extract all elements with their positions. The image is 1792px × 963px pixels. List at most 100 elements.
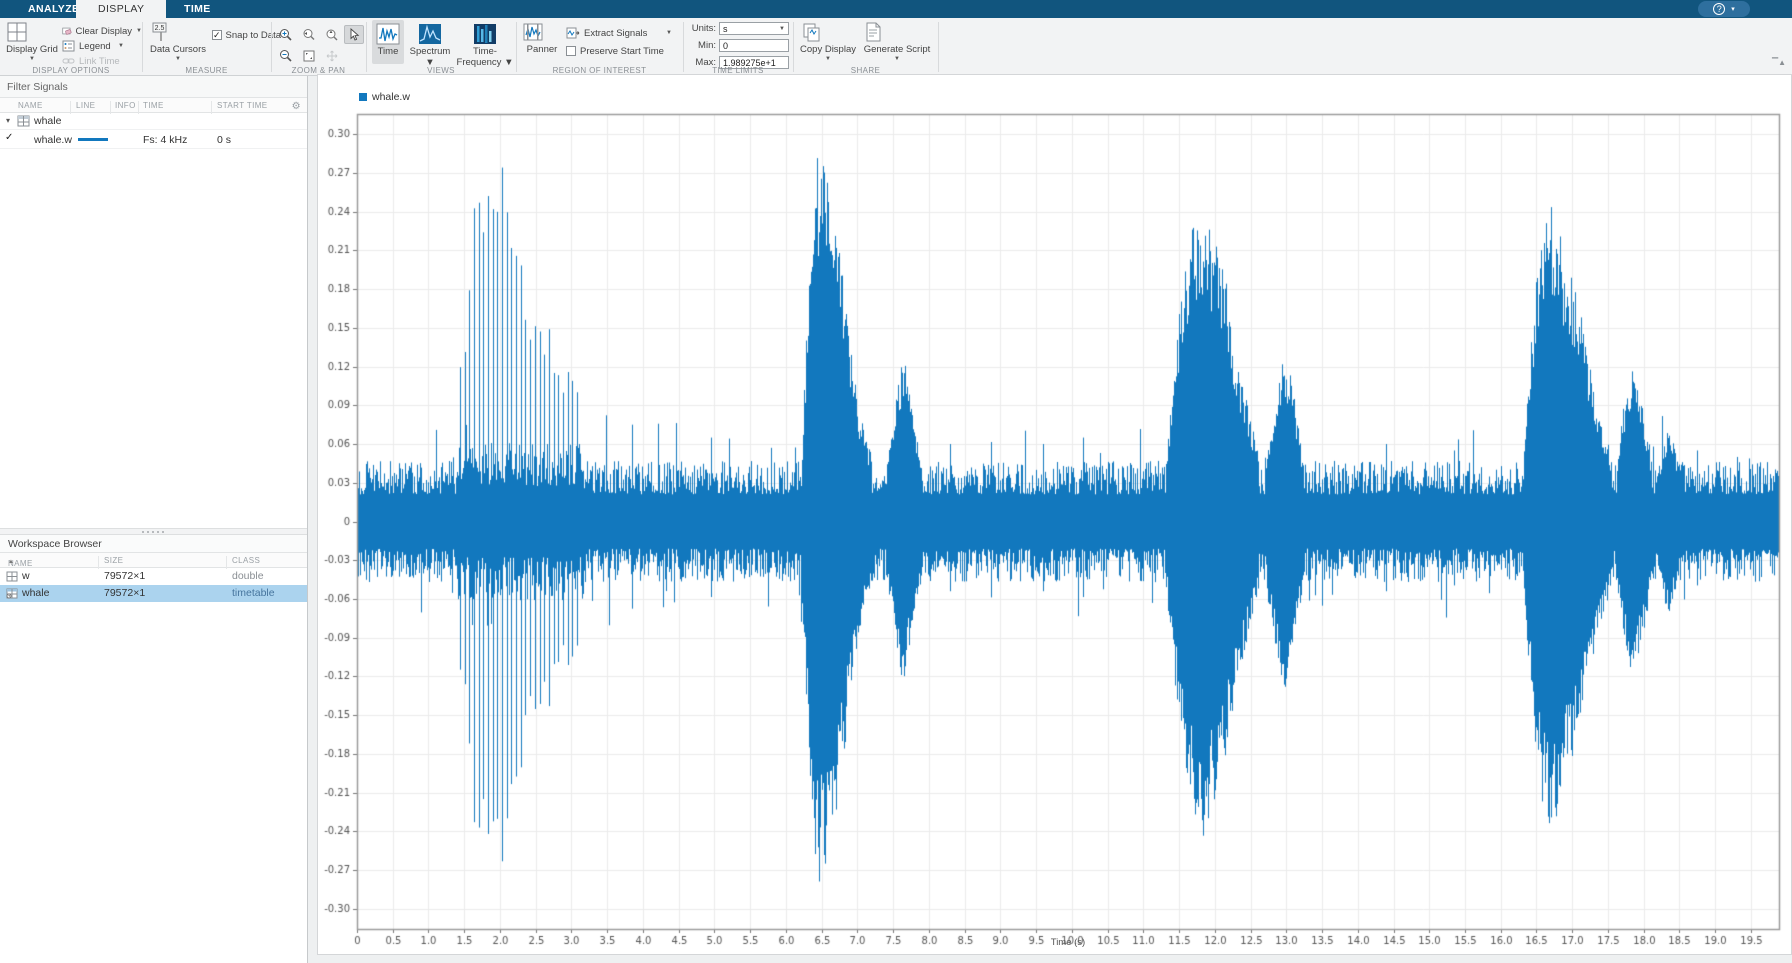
help-pill[interactable]: ? ▾ xyxy=(1698,1,1750,17)
generate-script-icon xyxy=(862,21,932,43)
panner-button[interactable]: Panner xyxy=(522,20,562,66)
zoom-in-x-button[interactable] xyxy=(299,25,319,44)
min-field-row: Min: xyxy=(688,39,789,52)
chevron-down-icon: ▼ xyxy=(779,25,785,32)
checkbox-unchecked-icon[interactable] xyxy=(566,46,576,56)
signal-group-row[interactable]: ▾ whale xyxy=(0,113,307,130)
line-style-swatch[interactable] xyxy=(78,138,108,141)
wb-var-size: 79572×1 xyxy=(104,587,146,599)
fit-to-view-icon xyxy=(303,50,315,61)
clear-display-button[interactable]: Clear Display ▼ xyxy=(62,24,142,38)
ribbon-separator xyxy=(683,22,684,72)
spectrum-view-button[interactable]: Spectrum ▼ xyxy=(408,20,452,68)
display-grid-icon xyxy=(6,21,58,43)
tab-display[interactable]: DISPLAY xyxy=(76,0,167,18)
display-grid-button[interactable]: Display Grid ▼ xyxy=(6,20,58,66)
signal-analyzer-app: ANALYZER DISPLAY TIME ? ▾ Display Grid ▼… xyxy=(0,0,1792,963)
time-frequency-view-icon xyxy=(473,23,497,45)
wb-col-size[interactable]: SIZE xyxy=(104,556,123,565)
signal-time-info: Fs: 4 kHz xyxy=(143,134,188,146)
filter-signals-input[interactable]: Filter Signals xyxy=(0,76,307,98)
signal-start-time: 0 s xyxy=(217,134,232,146)
timetable-icon xyxy=(17,115,30,127)
generate-script-button[interactable]: Generate Script ▼ xyxy=(862,20,932,66)
ribbon-separator xyxy=(793,22,794,72)
chevron-down-icon: ▼ xyxy=(175,56,181,62)
signal-name: whale.w xyxy=(34,134,72,146)
col-name[interactable]: NAME xyxy=(18,101,43,110)
copy-display-button[interactable]: Copy Display ▼ xyxy=(800,20,856,66)
col-start-time[interactable]: START TIME xyxy=(217,101,268,110)
clear-display-icon xyxy=(62,27,72,35)
signal-plot-canvas[interactable] xyxy=(318,75,1791,954)
sort-asc-icon: ▲ xyxy=(8,559,15,565)
tree-expand-caret-icon[interactable]: ▾ xyxy=(6,116,10,125)
spectrum-view-icon xyxy=(418,23,442,45)
ribbon: Display Grid ▼ Clear Display ▼ Legend ▼ … xyxy=(0,18,1792,76)
workspace-row-whale[interactable]: whale 79572×1 timetable xyxy=(0,585,307,602)
chevron-down-icon: ▼ xyxy=(666,30,672,36)
collapse-ribbon-button[interactable]: ▔▲ xyxy=(1772,58,1786,70)
col-info[interactable]: INFO xyxy=(115,101,136,110)
ribbon-separator xyxy=(516,22,517,72)
legend-color-swatch xyxy=(359,93,367,101)
fit-to-view-button[interactable] xyxy=(299,46,319,65)
x-axis-label: Time (s) xyxy=(1050,937,1086,948)
chevron-down-icon: ▼ xyxy=(825,56,831,62)
pan-button xyxy=(322,46,342,65)
extract-signals-icon xyxy=(566,27,580,39)
zoom-in-button[interactable] xyxy=(276,25,296,44)
chevron-down-icon: ▼ xyxy=(894,56,900,62)
time-view-icon xyxy=(376,23,400,45)
chevron-down-icon[interactable]: ▾ xyxy=(1731,5,1735,13)
legend-icon xyxy=(62,40,75,52)
pointer-button[interactable] xyxy=(344,25,364,44)
section-measure: MEASURE xyxy=(185,66,228,75)
col-time[interactable]: TIME xyxy=(143,101,164,110)
legend-button[interactable]: Legend ▼ xyxy=(62,39,124,53)
checkmark-icon[interactable]: ✓ xyxy=(5,132,13,143)
pointer-arrow-icon xyxy=(350,28,360,41)
wb-var-name: w xyxy=(22,570,30,582)
workspace-browser-title: Workspace Browser xyxy=(0,535,307,553)
wb-var-class: double xyxy=(232,570,264,582)
pan-icon xyxy=(326,50,338,61)
timetable-icon xyxy=(6,588,18,599)
plot-legend: whale.w xyxy=(359,91,410,103)
col-line[interactable]: LINE xyxy=(76,101,95,110)
ribbon-separator xyxy=(938,22,939,72)
zoom-in-y-icon xyxy=(326,29,338,40)
zoom-in-icon xyxy=(280,28,292,41)
panner-icon xyxy=(522,21,562,43)
table-settings-gear-icon[interactable]: ⚙ xyxy=(292,101,301,112)
data-cursors-button[interactable]: 2.5 Data Cursors ▼ xyxy=(150,20,206,66)
zoom-in-y-button[interactable] xyxy=(322,25,342,44)
min-label: Min: xyxy=(698,40,716,51)
panel-splitter[interactable] xyxy=(0,528,307,535)
extract-signals-button[interactable]: Extract Signals ▼ xyxy=(566,26,672,40)
toolstrip-tabbar: ANALYZER DISPLAY TIME ? ▾ xyxy=(0,0,1792,18)
wb-var-class: timetable xyxy=(232,587,275,599)
help-icon[interactable]: ? xyxy=(1713,3,1726,15)
snap-to-data-checkbox[interactable]: ✓ Snap to Data xyxy=(212,28,281,42)
signal-row-whale-w[interactable]: ✓ whale.w Fs: 4 kHz 0 s xyxy=(0,130,307,149)
time-view-button[interactable]: Time xyxy=(372,20,404,64)
workspace-row-w[interactable]: w 79572×1 double xyxy=(0,568,307,585)
preserve-start-time-checkbox[interactable]: Preserve Start Time xyxy=(566,44,676,58)
data-cursors-icon: 2.5 xyxy=(150,21,206,43)
left-panel: Filter Signals NAME LINE INFO TIME START… xyxy=(0,76,308,963)
units-field-row: Units: s ▼ xyxy=(688,22,789,35)
zoom-out-icon xyxy=(280,49,292,62)
checkbox-checked-icon[interactable]: ✓ xyxy=(212,30,222,40)
min-input[interactable] xyxy=(719,39,789,52)
units-select[interactable]: s ▼ xyxy=(719,22,789,35)
zoom-out-button[interactable] xyxy=(276,46,296,65)
chevron-down-icon: ▼ xyxy=(118,43,124,49)
units-label: Units: xyxy=(691,23,716,34)
wb-var-size: 79572×1 xyxy=(104,570,146,582)
wb-col-class[interactable]: CLASS xyxy=(232,556,260,565)
tab-time[interactable]: TIME xyxy=(162,0,233,18)
time-frequency-view-button[interactable]: Time-Frequency ▼ xyxy=(454,20,516,68)
section-display-options: DISPLAY OPTIONS xyxy=(32,66,110,75)
workspace-header: NAME ▲ SIZE CLASS xyxy=(0,553,307,569)
